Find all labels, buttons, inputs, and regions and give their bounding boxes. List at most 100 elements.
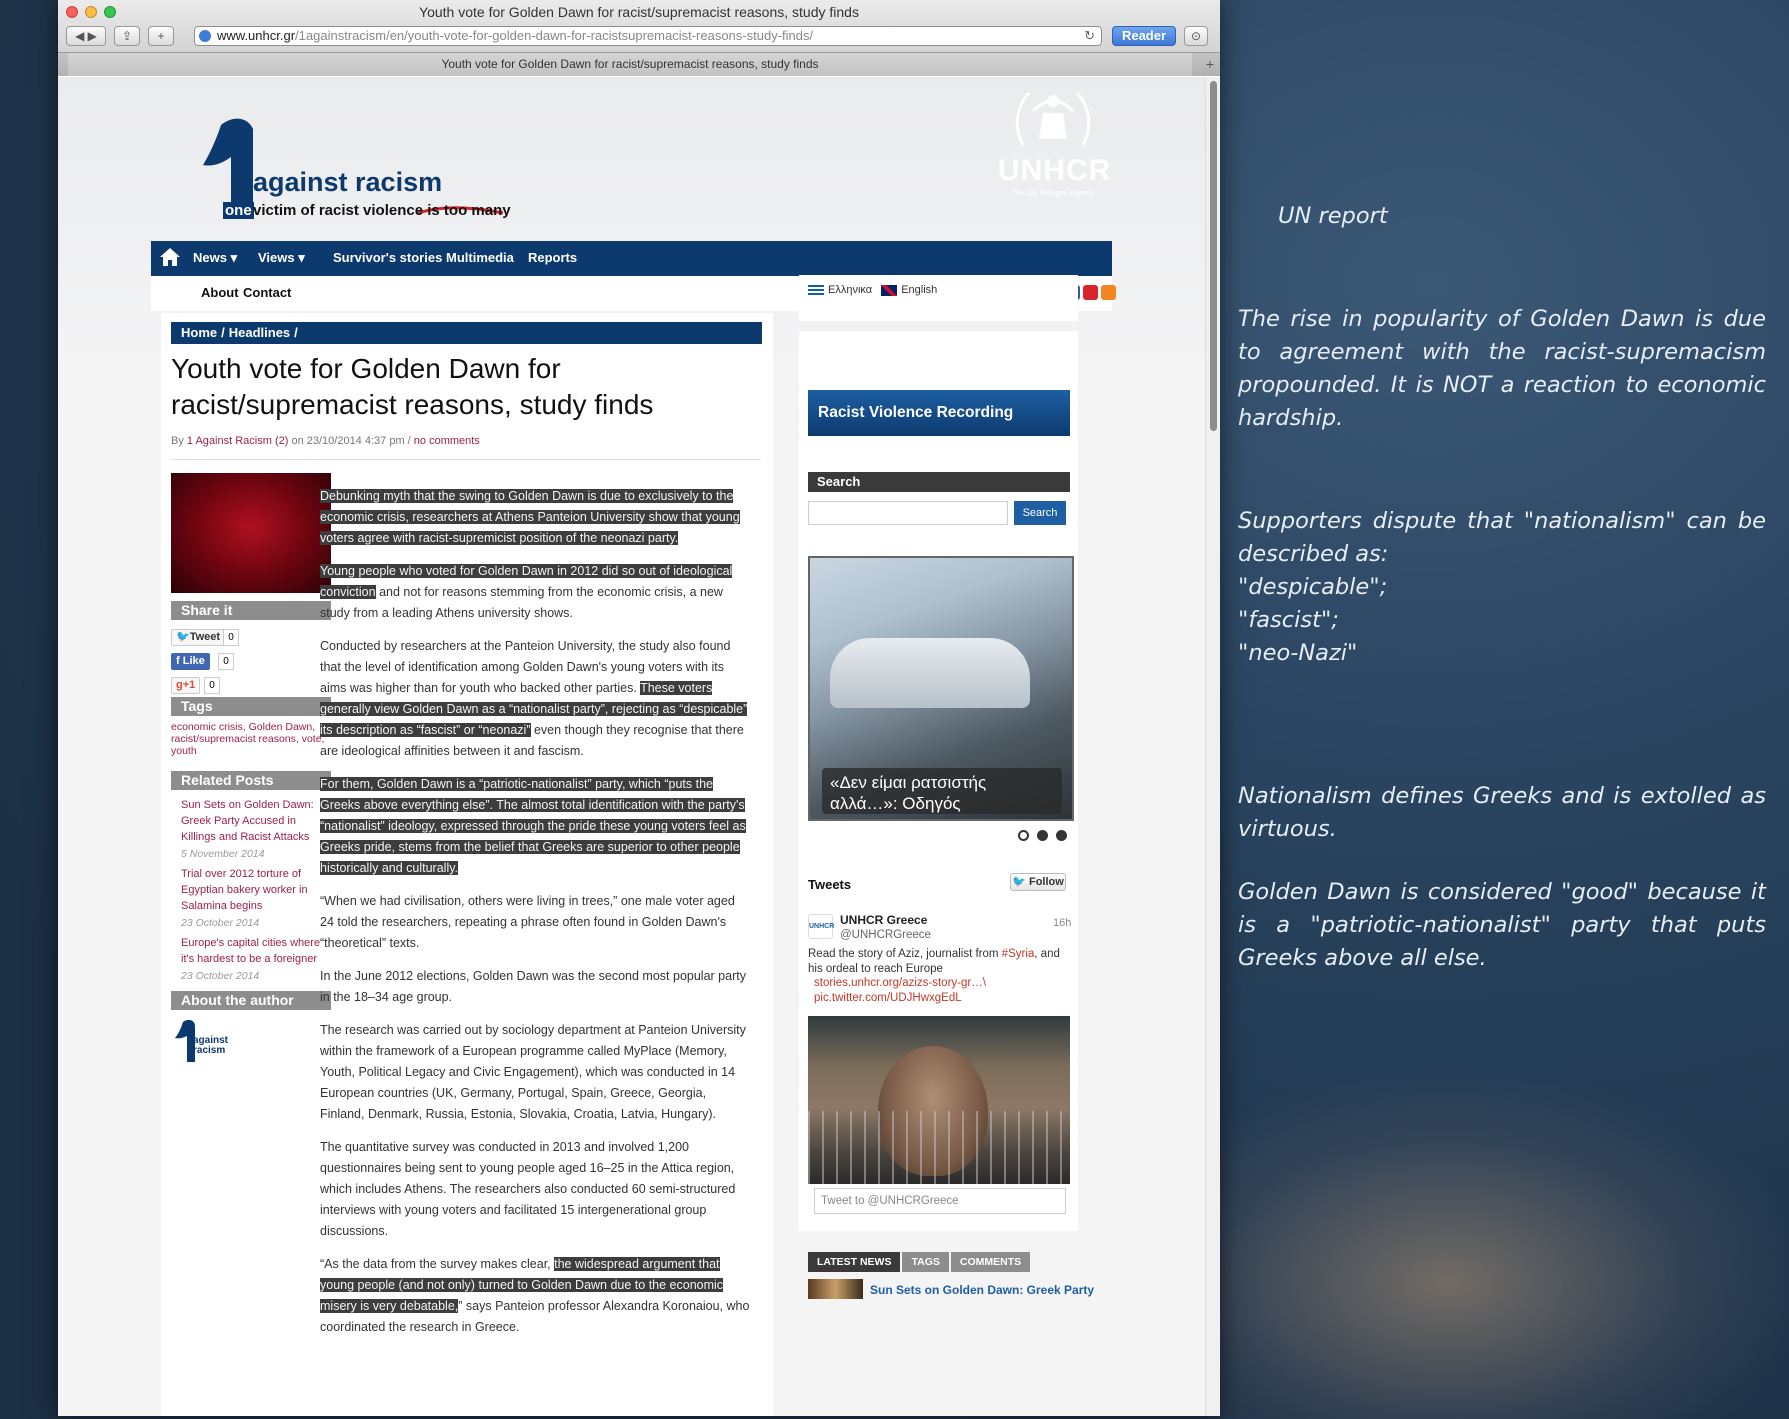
nav-reports[interactable]: Reports [528, 250, 577, 265]
tab-latest-news[interactable]: LATEST NEWS [808, 1252, 901, 1272]
avatar[interactable]: UNHCR [808, 914, 834, 939]
lang-greek[interactable]: Ελληνικα [828, 284, 872, 296]
gplus-button[interactable]: g+1 [171, 677, 201, 694]
download-button[interactable]: ⊙ [1184, 26, 1208, 46]
related-post[interactable]: Europe's capital cities where it's harde… [181, 935, 321, 984]
follow-label: Follow [1028, 876, 1064, 888]
site-logo[interactable]: against racism one victim of racist viol… [163, 107, 583, 232]
tab-tags[interactable]: TAGS [902, 1252, 949, 1272]
nav-about[interactable]: About [201, 285, 239, 300]
rvrn-banner[interactable]: Racist Violence Recording Network [808, 390, 1070, 467]
rss-icon[interactable] [1101, 285, 1116, 300]
nav-survivors-stories[interactable]: Survivor's stories [333, 250, 442, 265]
tab-bar: Youth vote for Golden Dawn for racist/su… [58, 52, 1220, 76]
slider-dot[interactable] [1018, 830, 1029, 841]
related-post-title[interactable]: Europe's capital cities where it's harde… [181, 935, 321, 967]
note-2-intro: Supporters dispute that "nationalism" ca… [1238, 508, 1766, 567]
tweet-to-input[interactable]: Tweet to @UNHCRGreece [814, 1188, 1066, 1214]
note-4: Golden Dawn is considered "good" because… [1238, 879, 1766, 971]
related-post-title[interactable]: Sun Sets on Golden Dawn: Greek Party Acc… [181, 797, 321, 845]
nav-news[interactable]: News ▾ [193, 250, 237, 266]
related-post[interactable]: Trial over 2012 torture of Egyptian bake… [181, 866, 321, 931]
search-input[interactable] [808, 501, 1008, 525]
image-slider[interactable]: «Δεν είμαι ρατσιστής αλλά…»: Οδηγός [808, 556, 1074, 821]
back-icon[interactable]: ◀ [75, 29, 84, 43]
paragraph: Debunking myth that the swing to Golden … [320, 486, 752, 549]
tweet-author[interactable]: UNHCR Greece [840, 913, 927, 927]
paragraph: In the June 2012 elections, Golden Dawn … [320, 969, 746, 1004]
tweet-count: 0 [223, 629, 239, 646]
author-logo[interactable]: against racism [173, 1018, 228, 1069]
share-icon: ⇪ [121, 29, 133, 43]
breadcrumb-separator: / [221, 325, 225, 340]
hashtag-link[interactable]: #Syria [1002, 948, 1035, 960]
tweet-button[interactable]: 🐦Tweet [171, 629, 226, 646]
related-post[interactable]: Sun Sets on Golden Dawn: Greek Party Acc… [181, 797, 321, 862]
paragraph: Conducted by researchers at the Panteion… [320, 636, 752, 762]
tweet-text: Read the story of Aziz, journalist from … [808, 947, 1073, 977]
lang-english[interactable]: English [901, 284, 937, 296]
reload-icon[interactable]: ↻ [1084, 27, 1095, 45]
forward-icon[interactable]: ▶ [88, 29, 97, 43]
nav-multimedia[interactable]: Multimedia [446, 250, 514, 265]
related-post-title[interactable]: Trial over 2012 torture of Egyptian bake… [181, 866, 321, 914]
facebook-f-icon: f [176, 655, 180, 667]
annotation-notes: UN report The rise in popularity of Gold… [1238, 200, 1766, 1005]
divider [171, 459, 761, 460]
slider-dot[interactable] [1037, 830, 1048, 841]
address-bar[interactable]: www.unhcr.gr/1againstracism/en/youth-vot… [194, 26, 1102, 46]
tweet-time[interactable]: 16h [1053, 917, 1071, 929]
reader-button[interactable]: Reader [1112, 26, 1176, 46]
download-icon: ⊙ [1190, 29, 1202, 43]
related-heading: Related Posts [171, 771, 331, 790]
related-post-date: 5 November 2014 [181, 848, 265, 860]
gplus-count: 0 [204, 677, 220, 694]
slider-dot[interactable] [1056, 830, 1067, 841]
scrollbar-thumb[interactable] [1210, 81, 1217, 431]
breadcrumb-separator: / [294, 325, 298, 340]
nav-news-label: News [193, 250, 227, 265]
breadcrumb-home[interactable]: Home [181, 325, 217, 340]
tab-comments[interactable]: COMMENTS [950, 1252, 1031, 1272]
tweet-image[interactable] [808, 1016, 1070, 1184]
author-heading: About the author [171, 991, 331, 1010]
latest-news-thumbnail[interactable] [808, 1279, 863, 1299]
paragraph: Young people who voted for Golden Dawn i… [320, 561, 752, 624]
tweet-link[interactable]: stories.unhcr.org/azizs-story-gr…\ [814, 977, 986, 989]
article-column: Home / Headlines / Youth vote for Golden Da… [161, 313, 773, 1416]
tag-list[interactable]: economic crisis, Golden Dawn, racist/sup… [171, 721, 331, 757]
youtube-icon[interactable] [1083, 285, 1098, 300]
like-button[interactable]: f Like [171, 653, 210, 670]
chevron-down-icon: ▾ [230, 250, 238, 265]
search-button[interactable]: Search [1014, 501, 1066, 525]
tweet-handle[interactable]: @UNHCRGreece [840, 929, 931, 941]
tweet-pic-link[interactable]: pic.twitter.com/UDJHwxgEdL [814, 992, 962, 1004]
scrollbar[interactable] [1205, 77, 1220, 1416]
add-bookmark-button[interactable]: + [148, 26, 174, 46]
share-button[interactable]: ⇪ [114, 26, 140, 46]
nav-views[interactable]: Views ▾ [258, 250, 305, 266]
breadcrumb-headlines[interactable]: Headlines [229, 325, 290, 340]
comments-link[interactable]: no comments [414, 435, 480, 447]
logo-one-text: one [223, 202, 254, 219]
window-title: Youth vote for Golden Dawn for racist/su… [419, 4, 859, 20]
share-heading: Share it [171, 601, 331, 620]
article-body: Debunking myth that the swing to Golden … [320, 486, 752, 1350]
plus-icon: + [157, 29, 165, 43]
follow-button[interactable]: 🐦 Follow [1010, 873, 1066, 891]
like-label: Like [182, 655, 205, 667]
new-tab-icon[interactable]: + [1206, 56, 1214, 72]
author-link[interactable]: 1 Against Racism (2) [187, 435, 288, 447]
latest-news-title[interactable]: Sun Sets on Golden Dawn: Greek Party [870, 1283, 1094, 1297]
tab-active[interactable]: Youth vote for Golden Dawn for racist/su… [68, 53, 1192, 76]
logo-tagline: victim of racist violence is too many [253, 202, 511, 219]
byline-by: By [171, 435, 184, 447]
globe-icon [199, 30, 211, 42]
back-forward-button[interactable]: ◀ ▶ [66, 26, 106, 46]
nav-contact[interactable]: Contact [243, 285, 291, 300]
note-2: Supporters dispute that "nationalism" ca… [1238, 505, 1766, 670]
tweet-text-part: Read the story of Aziz, journalist from [808, 948, 1002, 960]
unhcr-logo[interactable]: UNHCR The UN Refugee Agency [998, 87, 1110, 197]
home-icon[interactable] [159, 246, 181, 268]
slider-caption[interactable]: «Δεν είμαι ρατσιστής αλλά…»: Οδηγός [822, 768, 1062, 814]
